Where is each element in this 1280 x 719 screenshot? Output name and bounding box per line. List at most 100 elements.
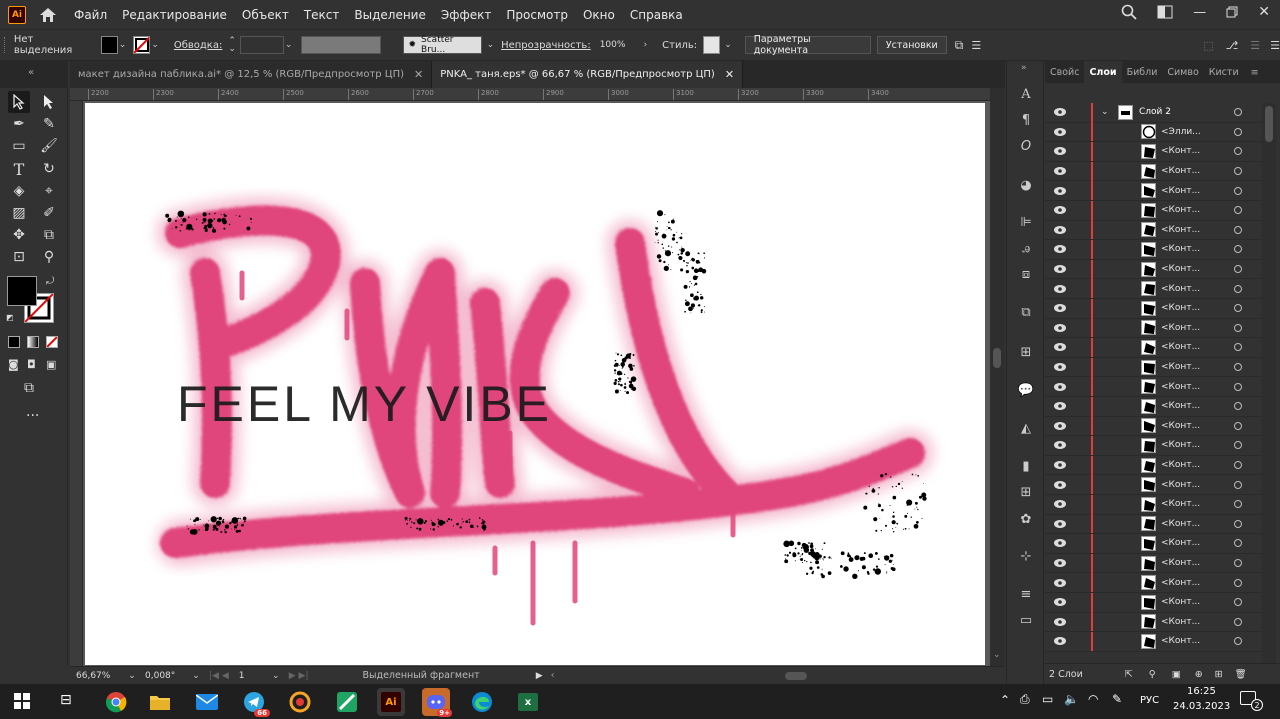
eye-icon[interactable]	[1053, 284, 1067, 294]
chevron-down-icon[interactable]: ⌄	[150, 40, 159, 50]
swap-colors-icon[interactable]: ⤾	[46, 276, 54, 287]
sublayer-row[interactable]: <Конт...	[1045, 141, 1263, 162]
home-icon[interactable]	[38, 6, 58, 24]
target-circle[interactable]	[1234, 167, 1242, 176]
target-circle[interactable]	[1234, 108, 1242, 117]
new-sublayer-icon[interactable]: ⊕	[1195, 669, 1203, 680]
swatches-panel-icon[interactable]: ⊞	[1016, 483, 1036, 501]
tray-chevron-icon[interactable]: ⌃	[1000, 693, 1010, 707]
chevron-down-icon[interactable]: ⌄	[1101, 107, 1109, 117]
panel-menu-icon[interactable]: ≡	[1246, 67, 1264, 78]
clock-date[interactable]: 24.03.2023	[1173, 701, 1230, 712]
arrange-documents-icon[interactable]	[1157, 5, 1173, 19]
curvature-tool-icon[interactable]: ✎	[38, 113, 60, 135]
target-circle[interactable]	[1234, 147, 1242, 156]
draw-behind-icon[interactable]: ◘	[27, 358, 36, 371]
default-colors-icon[interactable]: ◩	[6, 313, 14, 322]
chevron-down-icon[interactable]: ⌄	[127, 671, 137, 681]
layer-row[interactable]: ⌄ Слой 2	[1045, 103, 1263, 123]
eye-icon[interactable]	[1053, 519, 1067, 529]
target-circle[interactable]	[1234, 343, 1242, 352]
browser-icon[interactable]	[286, 688, 314, 716]
pathfinder-panel-icon[interactable]: ⧉	[1016, 303, 1036, 321]
eye-icon[interactable]	[1053, 107, 1067, 117]
chevron-down-icon[interactable]: ⌄	[191, 671, 201, 681]
sublayer-row[interactable]: <Конт...	[1045, 161, 1263, 182]
shape-builder-tool-icon[interactable]: ⧉	[38, 224, 60, 246]
sublayer-row[interactable]: <Конт...	[1045, 279, 1263, 299]
minimize-icon[interactable]: —	[1193, 5, 1206, 20]
none-mode-button[interactable]	[46, 336, 58, 348]
eye-icon[interactable]	[1053, 342, 1067, 352]
tab-brushes[interactable]: Кисти	[1204, 67, 1244, 78]
eye-icon[interactable]	[1053, 401, 1067, 411]
pen-icon[interactable]: ✎	[1112, 692, 1122, 706]
menu-object[interactable]: Объект	[242, 8, 289, 22]
eye-icon[interactable]	[1053, 186, 1067, 196]
more-tools-icon[interactable]: ···	[26, 408, 39, 424]
lasso-tool-icon[interactable]: ⌖	[38, 180, 60, 202]
zoom-tool-icon[interactable]: ⚲	[38, 246, 60, 268]
type-tool-icon[interactable]: T	[8, 158, 30, 180]
sublayer-row[interactable]: <Конт...	[1045, 631, 1263, 652]
sublayer-row[interactable]: <Конт...	[1045, 533, 1263, 554]
sublayer-row[interactable]: <Конт...	[1045, 553, 1263, 574]
tab-symbols[interactable]: Симво	[1162, 67, 1203, 78]
delete-layer-icon[interactable]: 🗑	[1235, 669, 1247, 680]
locate-object-icon[interactable]: ⚲	[1149, 669, 1156, 680]
align-icon[interactable]: ⧉	[955, 38, 964, 53]
scroll-left-icon[interactable]: ‹	[551, 670, 555, 681]
target-circle[interactable]	[1234, 127, 1242, 136]
stepper-icon[interactable]: ⌃ ⌄	[228, 37, 236, 54]
artboard[interactable]: FEEL MY VIBE	[85, 103, 985, 665]
zoom-field[interactable]: 66,67%	[72, 666, 127, 685]
eye-icon[interactable]	[1053, 166, 1067, 176]
eye-icon[interactable]	[1053, 480, 1067, 490]
target-circle[interactable]	[1234, 519, 1242, 528]
illustrator-taskbar-icon[interactable]: Ai	[377, 688, 405, 716]
recolor-icon[interactable]: ☰	[1250, 39, 1260, 52]
sublayer-row[interactable]: <Конт...	[1045, 357, 1263, 378]
rotate-tool-icon[interactable]: ↻	[38, 158, 60, 180]
eye-icon[interactable]	[1053, 303, 1067, 313]
character-panel-icon[interactable]: A	[1016, 85, 1036, 103]
menu-edit[interactable]: Редактирование	[122, 8, 227, 22]
menu-type[interactable]: Текст	[304, 8, 340, 22]
clock-time[interactable]: 16:25	[1187, 686, 1216, 697]
color-mode-button[interactable]	[8, 336, 20, 348]
eye-icon[interactable]	[1053, 127, 1067, 137]
sublayer-row[interactable]: <Конт...	[1045, 612, 1263, 633]
battery-icon[interactable]: ▭	[1042, 692, 1053, 706]
target-circle[interactable]	[1234, 284, 1242, 293]
artboard-tool-icon[interactable]: ⊡	[8, 246, 30, 268]
sublayer-row[interactable]: <Конт...	[1045, 475, 1263, 495]
menu-select[interactable]: Выделение	[354, 8, 425, 22]
target-circle[interactable]	[1234, 206, 1242, 215]
target-circle[interactable]	[1234, 461, 1242, 470]
sublayer-row[interactable]: <Элли...	[1045, 122, 1263, 143]
paragraph-panel-icon[interactable]: ¶	[1016, 111, 1036, 129]
eye-icon[interactable]	[1053, 636, 1067, 646]
menu-effect[interactable]: Эффект	[441, 8, 492, 22]
sublayer-row[interactable]: <Конт...	[1045, 396, 1263, 417]
rectangle-tool-icon[interactable]: ▭	[8, 135, 30, 157]
eye-icon[interactable]	[1053, 244, 1067, 254]
target-circle[interactable]	[1234, 225, 1242, 234]
rotation-field[interactable]: 0,008°	[141, 666, 191, 685]
sublayer-row[interactable]: <Конт...	[1045, 573, 1263, 593]
more-icon[interactable]: ☰	[1270, 39, 1280, 52]
gradient-panel-icon[interactable]: ▮	[1016, 457, 1036, 475]
sublayer-row[interactable]: <Конт...	[1045, 416, 1263, 437]
task-view-icon[interactable]: ⊟	[60, 692, 72, 708]
eye-icon[interactable]	[1053, 146, 1067, 156]
eye-icon[interactable]	[1053, 421, 1067, 431]
sublayer-row[interactable]: <Конт...	[1045, 318, 1263, 339]
screen-mode-icon[interactable]: ⧉	[24, 380, 34, 396]
chevron-down-icon[interactable]: ⌄	[723, 40, 732, 50]
volume-icon[interactable]: 🔈	[1064, 692, 1079, 706]
discord-icon[interactable]: 9+	[422, 688, 452, 717]
image-trace-panel-icon[interactable]: ◭	[1016, 419, 1036, 437]
tab-pnka[interactable]: PNKA_ таня.eps* @ 66,67 % (RGB/Предпросм…	[432, 61, 744, 88]
eye-icon[interactable]	[1053, 323, 1067, 333]
panel-menu-icon[interactable]: ☰	[971, 39, 981, 52]
